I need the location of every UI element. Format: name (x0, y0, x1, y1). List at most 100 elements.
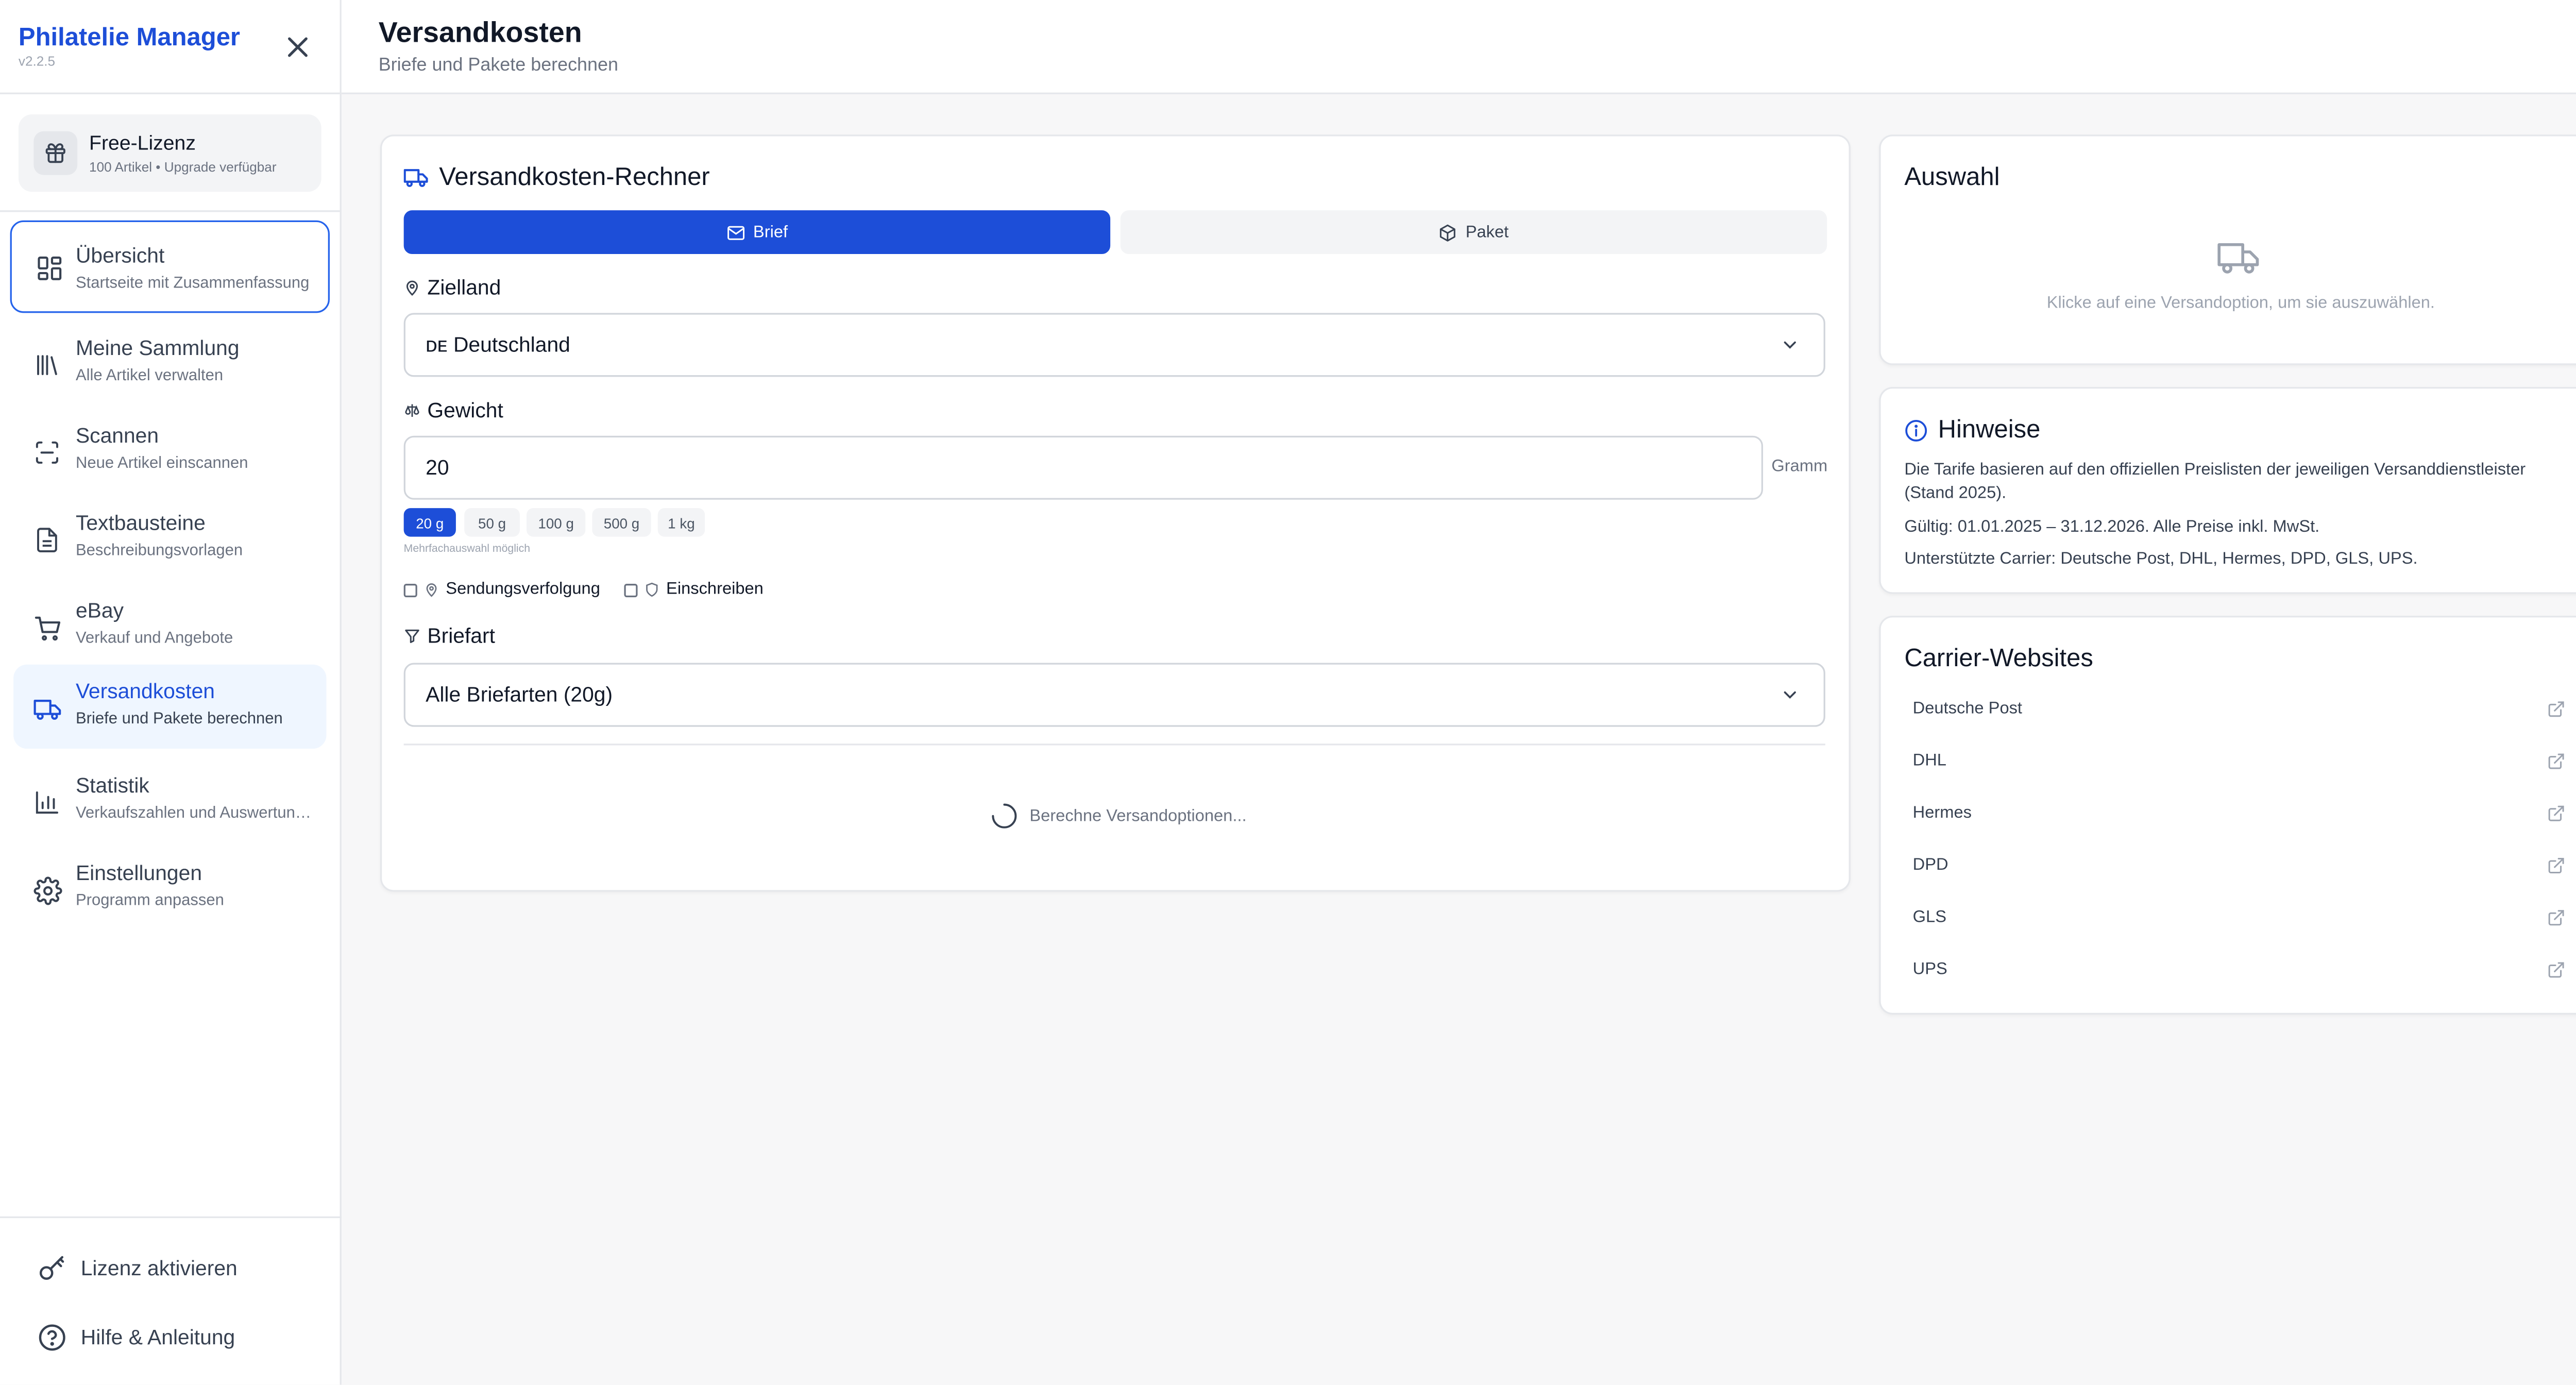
weight-preset-50g[interactable]: 50 g (464, 508, 520, 537)
license-subtitle: 100 Artikel • Upgrade verfügbar (89, 160, 277, 175)
weight-preset-100g[interactable]: 100 g (527, 508, 586, 537)
help-label: Hilfe & Anleitung (80, 1326, 235, 1349)
page-title: Versandkosten (378, 16, 582, 49)
license-card[interactable]: Free-Lizenz 100 Artikel • Upgrade verfüg… (18, 114, 321, 192)
checkbox[interactable] (403, 583, 417, 597)
nav-label: Statistik (75, 774, 149, 798)
nav-item-scannen[interactable]: Scannen Neue Artikel einscannen (13, 409, 326, 493)
carrier-name: DPD (1912, 856, 1948, 875)
activate-license-button[interactable]: Lizenz aktivieren (37, 1250, 323, 1287)
tab-paket[interactable]: Paket (1120, 210, 1827, 255)
spinner-icon (992, 803, 1017, 829)
multi-select-hint: Mehrfachauswahl möglich (403, 543, 531, 555)
close-sidebar-button[interactable] (281, 30, 314, 64)
letter-type-value: Alle Briefarten (20g) (426, 683, 613, 707)
carrier-card: Carrier-Websites Deutsche Post DHL Herme… (1879, 616, 2576, 1015)
carrier-link-gls[interactable]: GLS (1901, 897, 2576, 940)
carrier-name: GLS (1912, 908, 1947, 927)
license-section: Free-Lizenz 100 Artikel • Upgrade verfüg… (0, 94, 340, 212)
document-icon (32, 525, 62, 555)
calculator-title: Versandkosten-Rechner (403, 163, 710, 192)
notes-line: Gültig: 01.01.2025 – 31.12.2026. Alle Pr… (1904, 518, 2320, 537)
external-link-icon (2548, 858, 2564, 873)
sidebar: Philatelie Manager v2.2.5 Free-Lizenz 10… (0, 0, 342, 1385)
nav-item-statistik[interactable]: Statistik Verkaufszahlen und Auswertunge… (13, 759, 326, 843)
notes-line: Die Tarife basieren auf den offiziellen … (1904, 461, 2526, 503)
notes-title-text: Hinweise (1938, 415, 2041, 445)
nav-label: Textbausteine (75, 511, 206, 535)
tab-paket-label: Paket (1465, 223, 1509, 242)
map-pin-icon (426, 583, 437, 597)
registered-checkbox[interactable]: Einschreiben (624, 580, 764, 599)
truck-icon (403, 169, 428, 187)
letter-type-select[interactable]: Alle Briefarten (20g) (403, 663, 1825, 727)
carrier-name: DHL (1912, 752, 1947, 771)
chevron-down-icon (1784, 691, 1796, 699)
weight-preset-20g[interactable]: 20 g (403, 508, 456, 537)
activate-license-label: Lizenz aktivieren (80, 1257, 238, 1280)
nav-item-uebersicht[interactable]: Übersicht Startseite mit Zusammenfassung (10, 220, 330, 313)
letter-type-label: Briefart (404, 624, 495, 648)
selection-title: Auswahl (1904, 163, 2000, 192)
checkbox[interactable] (624, 583, 638, 597)
tab-brief[interactable]: Brief (403, 210, 1111, 255)
truck-icon (32, 693, 62, 723)
cart-icon (32, 613, 62, 643)
carrier-link-ups[interactable]: UPS (1901, 949, 2576, 993)
divider (403, 744, 1825, 746)
filter-icon (405, 629, 419, 644)
nav-sublabel: Alle Artikel verwalten (75, 366, 224, 385)
nav-item-ebay[interactable]: eBay Verkauf und Angebote (13, 584, 326, 668)
external-link-icon (2548, 805, 2564, 821)
nav-sublabel: Verkauf und Angebote (75, 629, 233, 648)
carrier-name: Hermes (1912, 804, 1972, 823)
scale-icon (405, 404, 419, 417)
external-link-icon (2548, 753, 2564, 769)
license-title: Free-Lizenz (89, 131, 196, 155)
nav-item-meine-sammlung[interactable]: Meine Sammlung Alle Artikel verwalten (13, 322, 326, 406)
registered-label: Einschreiben (666, 580, 764, 599)
carrier-link-dhl[interactable]: DHL (1901, 740, 2576, 784)
carrier-link-deutsche-post[interactable]: Deutsche Post (1901, 688, 2576, 732)
page-subtitle: Briefe und Pakete berechnen (378, 55, 618, 76)
nav-sublabel: Verkaufszahlen und Auswertungen (75, 804, 312, 823)
dashboard-icon (33, 252, 64, 283)
close-icon (288, 37, 308, 57)
scan-icon (32, 437, 62, 468)
shield-icon (646, 582, 658, 597)
nav-label: Meine Sammlung (75, 336, 240, 360)
key-icon (39, 1256, 64, 1280)
library-icon (32, 350, 62, 380)
loading-text: Berechne Versandoptionen... (1029, 806, 1247, 825)
nav-sublabel: Briefe und Pakete berechnen (75, 710, 283, 729)
notes-title: Hinweise (1904, 415, 2041, 445)
nav-label: eBay (75, 599, 124, 623)
nav-sublabel: Startseite mit Zusammenfassung (75, 274, 310, 293)
help-button[interactable]: Hilfe & Anleitung (37, 1319, 323, 1356)
nav-label: Versandkosten (75, 680, 215, 703)
tab-brief-label: Brief (753, 223, 788, 242)
package-icon (1440, 224, 1456, 241)
carrier-title: Carrier-Websites (1904, 644, 2093, 673)
destination-label: Zielland (404, 276, 501, 299)
tracking-checkbox[interactable]: Sendungsverfolgung (403, 580, 600, 599)
mail-icon (727, 225, 744, 240)
weight-input[interactable] (403, 435, 1764, 500)
sidebar-header: Philatelie Manager v2.2.5 (0, 0, 340, 94)
calculator-card: Versandkosten-Rechner Brief Paket Ziella… (380, 134, 1851, 892)
carrier-link-hermes[interactable]: Hermes (1901, 792, 2576, 836)
gift-icon (33, 131, 78, 175)
nav-item-textbausteine[interactable]: Textbausteine Beschreibungsvorlagen (13, 496, 326, 580)
weight-preset-1kg[interactable]: 1 kg (657, 508, 705, 537)
page-header: Versandkosten Briefe und Pakete berechne… (341, 0, 2576, 94)
destination-select[interactable]: ᴅᴇ Deutschland (403, 313, 1825, 377)
destination-value: ᴅᴇ Deutschland (426, 333, 570, 357)
tracking-label: Sendungsverfolgung (446, 580, 600, 599)
weight-preset-500g[interactable]: 500 g (592, 508, 651, 537)
nav-label: Scannen (75, 424, 159, 448)
chevron-down-icon (1784, 341, 1796, 349)
nav-item-einstellungen[interactable]: Einstellungen Programm anpassen (13, 846, 326, 930)
nav-label: Einstellungen (75, 861, 202, 885)
carrier-link-dpd[interactable]: DPD (1901, 844, 2576, 888)
nav-item-versandkosten[interactable]: Versandkosten Briefe und Pakete berechne… (13, 664, 327, 749)
